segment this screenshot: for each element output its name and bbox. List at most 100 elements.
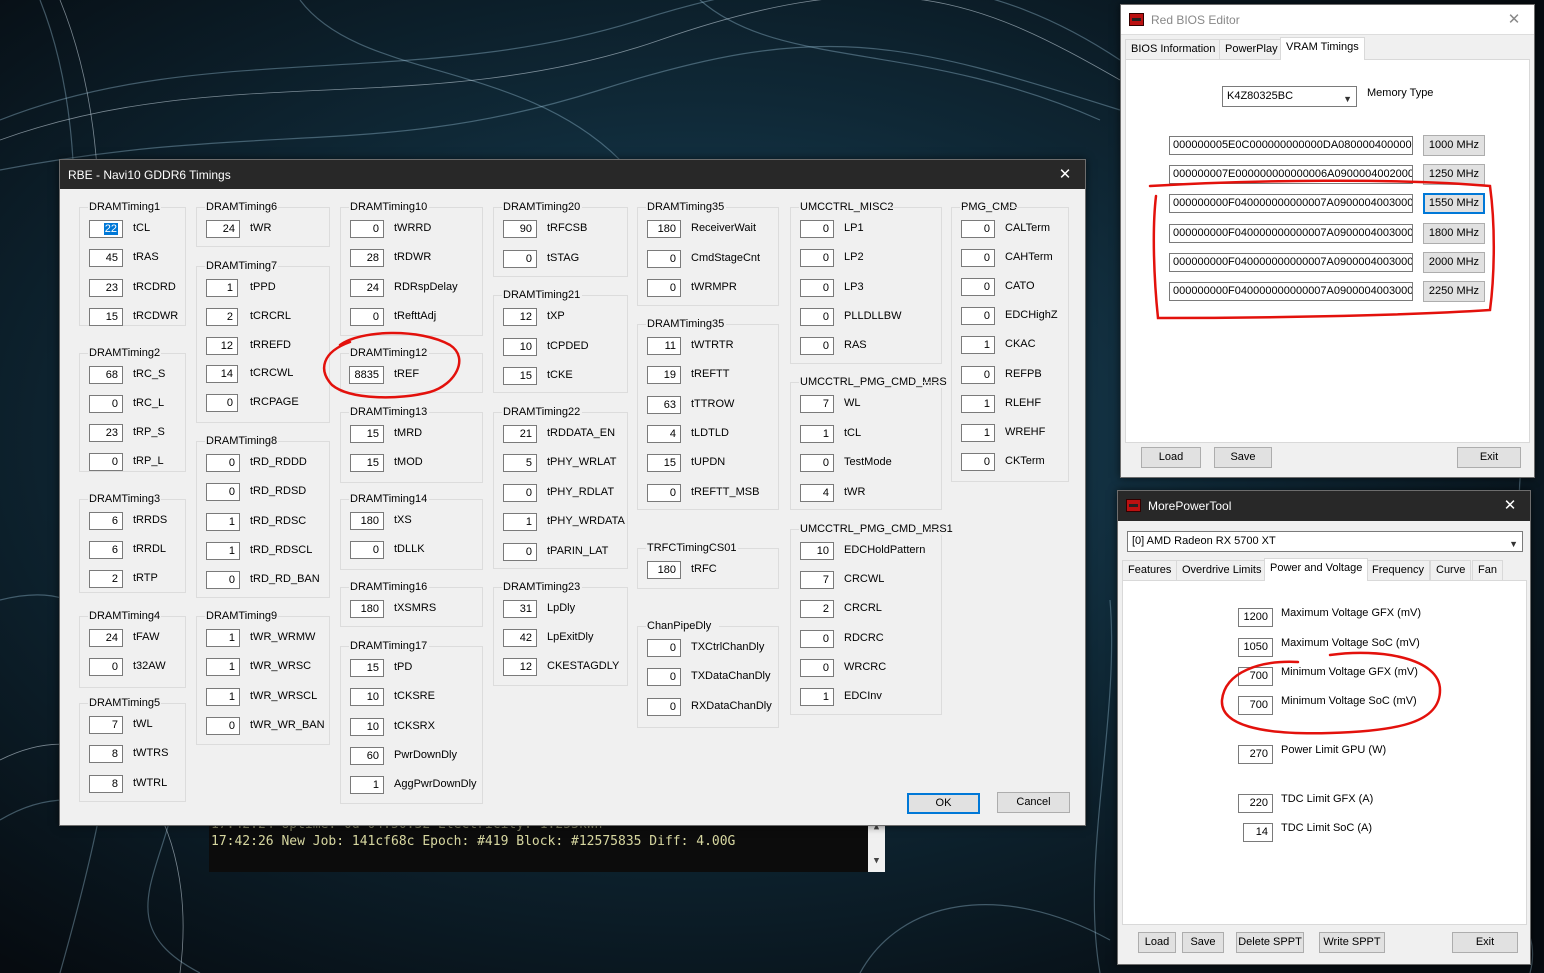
timing-value-field[interactable]: 24 [89, 629, 123, 647]
rbe-titlebar[interactable]: RBE - Navi10 GDDR6 Timings ✕ [60, 160, 1085, 189]
timing-value-field[interactable]: 2 [89, 570, 123, 588]
timing-value-field[interactable]: 2 [800, 600, 834, 619]
timing-value-field[interactable]: 0 [647, 483, 681, 502]
close-icon[interactable]: ✕ [1045, 160, 1085, 189]
power-value-field[interactable]: 700 [1238, 696, 1273, 715]
save-button[interactable]: Save [1214, 447, 1272, 468]
write-sppt-button[interactable]: Write SPPT [1319, 932, 1385, 953]
delete-sppt-button[interactable]: Delete SPPT [1236, 932, 1304, 953]
timing-value-field[interactable]: 23 [89, 424, 123, 442]
timing-value-field[interactable]: 11 [647, 337, 681, 355]
power-value-field[interactable]: 14 [1243, 823, 1273, 842]
power-value-field[interactable]: 700 [1238, 667, 1273, 686]
timing-value-field[interactable]: 0 [961, 307, 995, 326]
timing-value-field[interactable]: 1 [206, 279, 238, 297]
timing-value-field[interactable]: 2 [206, 307, 238, 326]
timing-value-field[interactable]: 0 [800, 220, 834, 238]
timing-value-field[interactable]: 180 [350, 600, 384, 618]
timing-value-field[interactable]: 10 [350, 717, 384, 736]
timing-hex-field[interactable]: 000000000F040000000000007A0900004003000 [1169, 194, 1413, 214]
power-value-field[interactable]: 270 [1238, 745, 1273, 764]
close-icon[interactable]: ✕ [1490, 491, 1530, 520]
timing-value-field[interactable]: 1 [961, 394, 995, 413]
timing-value-field[interactable]: 0 [961, 249, 995, 268]
timing-value-field[interactable]: 0 [89, 395, 123, 413]
timing-value-field[interactable]: 0 [350, 307, 384, 326]
timing-value-field[interactable]: 0 [800, 278, 834, 297]
power-value-field[interactable]: 220 [1238, 794, 1273, 813]
timing-value-field[interactable]: 0 [647, 639, 681, 657]
timing-value-field[interactable]: 8 [89, 774, 123, 793]
power-value-field[interactable]: 1050 [1238, 638, 1273, 657]
timing-value-field[interactable]: 10 [503, 337, 537, 356]
timing-value-field[interactable]: 15 [503, 367, 537, 386]
timing-value-field[interactable]: 0 [961, 220, 995, 238]
frequency-button[interactable]: 2000 MHz [1423, 251, 1485, 273]
gpu-select[interactable]: [0] AMD Radeon RX 5700 XT ▼ [1127, 531, 1523, 552]
timing-value-field[interactable]: 0 [961, 452, 995, 471]
timing-value-field[interactable]: 0 [350, 541, 384, 559]
tab-power-and-voltage[interactable]: Power and Voltage [1264, 558, 1369, 581]
ok-button[interactable]: OK [907, 793, 980, 814]
timing-value-field[interactable]: 1 [800, 424, 834, 443]
timing-value-field[interactable]: 68 [89, 366, 123, 384]
timing-value-field[interactable]: 10 [350, 688, 384, 707]
tab-bios-information[interactable]: BIOS Information [1125, 39, 1222, 59]
timing-value-field[interactable]: 1 [206, 541, 240, 560]
timing-value-field[interactable]: 8835 [349, 366, 384, 384]
redbios-titlebar[interactable]: Red BIOS Editor ✕ [1121, 5, 1534, 35]
frequency-button[interactable]: 1550 MHz [1423, 193, 1485, 215]
timing-value-field[interactable]: 0 [961, 365, 995, 384]
timing-value-field[interactable]: 0 [206, 483, 240, 502]
timing-value-field[interactable]: 1 [206, 629, 240, 647]
timing-value-field[interactable]: 31 [503, 600, 537, 618]
timing-value-field[interactable]: 21 [503, 425, 537, 443]
timing-hex-field[interactable]: 000000005E0C000000000000DA0800004000000 [1169, 136, 1413, 155]
timing-value-field[interactable]: 12 [503, 308, 537, 326]
timing-value-field[interactable]: 23 [89, 278, 123, 297]
timing-value-field[interactable]: 4 [800, 483, 834, 502]
timing-value-field[interactable]: 1 [206, 687, 240, 706]
timing-value-field[interactable]: 12 [503, 658, 537, 676]
timing-value-field[interactable]: 0 [503, 250, 537, 268]
timing-hex-field[interactable]: 000000000F040000000000007A0900004003000 [1169, 252, 1413, 272]
timing-value-field[interactable]: 24 [206, 220, 240, 238]
timing-value-field[interactable]: 15 [350, 454, 384, 472]
timing-value-field[interactable]: 1 [800, 688, 834, 706]
power-value-field[interactable]: 1200 [1238, 608, 1273, 627]
timing-value-field[interactable]: 0 [350, 220, 384, 238]
timing-value-field[interactable]: 0 [206, 716, 240, 735]
frequency-button[interactable]: 1250 MHz [1423, 164, 1485, 186]
timing-value-field[interactable]: 15 [350, 425, 384, 443]
timing-value-field[interactable]: 45 [89, 249, 123, 268]
timing-value-field[interactable]: 5 [503, 454, 537, 473]
timing-value-field[interactable]: 60 [350, 746, 384, 765]
timing-value-field[interactable]: 8 [89, 745, 123, 764]
timing-value-field[interactable]: 15 [89, 307, 123, 326]
timing-value-field[interactable]: 15 [647, 454, 681, 473]
timing-value-field[interactable]: 0 [800, 454, 834, 473]
timing-value-field[interactable]: 0 [647, 279, 681, 298]
timing-value-field[interactable]: 0 [206, 394, 238, 413]
tab-fan[interactable]: Fan [1472, 560, 1503, 580]
timing-value-field[interactable]: 0 [89, 453, 123, 471]
timing-value-field[interactable]: 28 [350, 249, 384, 268]
timing-value-field[interactable]: 7 [800, 395, 834, 413]
timing-value-field[interactable]: 15 [350, 659, 384, 677]
tab-curve[interactable]: Curve [1430, 560, 1472, 580]
timing-value-field[interactable]: 10 [800, 542, 834, 560]
timing-value-field[interactable]: 19 [647, 366, 681, 385]
timing-value-field[interactable]: 7 [89, 716, 123, 734]
timing-value-field[interactable]: 1 [961, 423, 995, 442]
timing-hex-field[interactable]: 000000007E000000000000006A0900004002000 [1169, 165, 1413, 185]
exit-button[interactable]: Exit [1452, 932, 1518, 953]
timing-value-field[interactable]: 6 [89, 512, 123, 530]
timing-hex-field[interactable]: 000000000F040000000000007A0900004003000 [1169, 282, 1413, 301]
timing-value-field[interactable]: 0 [800, 629, 834, 648]
timing-value-field[interactable]: 1 [206, 512, 240, 531]
timing-value-field[interactable]: 180 [647, 220, 681, 238]
timing-value-field[interactable]: 0 [503, 542, 537, 561]
scroll-down-icon[interactable]: ▼ [868, 856, 885, 866]
timing-value-field[interactable]: 90 [503, 220, 537, 238]
timing-value-field[interactable]: 0 [800, 307, 834, 326]
